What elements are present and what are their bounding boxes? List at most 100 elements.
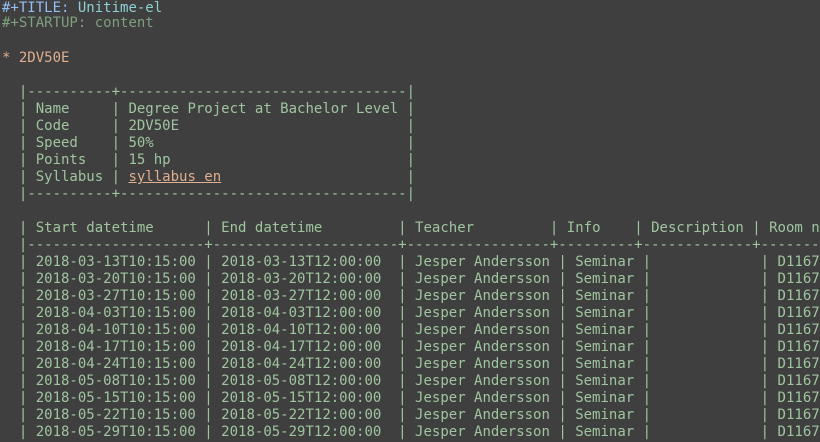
room-name-cell: D1167 (777, 356, 820, 372)
table-row[interactable]: | 2018-04-17T10:15:00 | 2018-04-17T12:00… (2, 339, 820, 356)
info-row: | Points | 15 hp | (2, 152, 416, 168)
info-key: Syllabus (35, 169, 104, 185)
end-datetime-cell: 2018-03-20T12:00:00 (221, 271, 390, 287)
startup-line: #+STARTUP: content (2, 15, 154, 32)
info-cell: Seminar (575, 322, 635, 338)
table-row[interactable]: | 2018-05-15T10:15:00 | 2018-05-15T12:00… (2, 390, 820, 407)
room-name-cell: D1167 (777, 390, 820, 406)
description-cell (660, 305, 753, 321)
teacher-cell: Jesper Andersson (415, 356, 550, 372)
startup-value: content (94, 15, 154, 31)
description-cell (660, 254, 753, 270)
table-row[interactable]: | 2018-04-24T10:15:00 | 2018-04-24T12:00… (2, 356, 820, 373)
info-cell: Seminar (575, 271, 635, 287)
room-name-cell: D1167 (777, 305, 820, 321)
start-datetime-cell: 2018-04-17T10:15:00 (35, 339, 196, 355)
info-value: 2DV50E (128, 118, 399, 134)
room-name-cell: D1167 (777, 373, 820, 389)
startup-keyword: #+STARTUP: (2, 15, 87, 31)
column-header: Description (651, 220, 744, 236)
info-key: Points (35, 152, 104, 168)
info-cell: Seminar (575, 288, 635, 304)
teacher-cell: Jesper Andersson (415, 407, 550, 423)
description-cell (660, 271, 753, 287)
syllabus-link[interactable]: syllabus en (128, 169, 221, 185)
info-key: Code (35, 118, 104, 134)
heading-stars: * (2, 50, 11, 66)
column-header: End datetime (221, 220, 390, 236)
table-row[interactable]: | 2018-05-08T10:15:00 | 2018-05-08T12:00… (2, 373, 820, 390)
table-border-text: |----------+----------------------------… (18, 186, 416, 202)
end-datetime-cell: 2018-04-10T12:00:00 (221, 322, 390, 338)
info-key: Speed (35, 135, 104, 151)
teacher-cell: Jesper Andersson (415, 390, 550, 406)
start-datetime-cell: 2018-05-08T10:15:00 (35, 373, 196, 389)
org-buffer[interactable]: #+TITLE: Unitime-el #+STARTUP: content *… (0, 0, 820, 442)
table-row[interactable]: | 2018-03-13T10:15:00 | 2018-03-13T12:00… (2, 254, 820, 271)
column-header: Start datetime (35, 220, 196, 236)
org-heading[interactable]: * 2DV50E (2, 50, 69, 67)
info-cell: Seminar (575, 356, 635, 372)
end-datetime-cell: 2018-04-03T12:00:00 (221, 305, 390, 321)
room-name-cell: D1167 (777, 407, 820, 423)
info-value: 15 hp (128, 152, 399, 168)
teacher-cell: Jesper Andersson (415, 322, 550, 338)
table-border: |----------+----------------------------… (2, 84, 415, 101)
info-cell: Seminar (575, 390, 635, 406)
column-header: Room name (769, 220, 820, 236)
teacher-cell: Jesper Andersson (415, 271, 550, 287)
table-row[interactable]: | 2018-05-22T10:15:00 | 2018-05-22T12:00… (2, 407, 820, 424)
info-cell: Seminar (575, 407, 635, 423)
room-name-cell: D1167 (777, 424, 820, 440)
end-datetime-cell: 2018-05-22T12:00:00 (221, 407, 390, 423)
start-datetime-cell: 2018-04-24T10:15:00 (35, 356, 196, 372)
start-datetime-cell: 2018-05-29T10:15:00 (35, 424, 196, 440)
description-cell (660, 288, 753, 304)
room-name-cell: D1167 (777, 288, 820, 304)
description-cell (660, 322, 753, 338)
table-separator-text: |---------------------+-----------------… (18, 237, 820, 253)
end-datetime-cell: 2018-05-08T12:00:00 (221, 373, 390, 389)
end-datetime-cell: 2018-04-24T12:00:00 (221, 356, 390, 372)
start-datetime-cell: 2018-04-10T10:15:00 (35, 322, 196, 338)
info-cell: Seminar (575, 373, 635, 389)
teacher-cell: Jesper Andersson (415, 373, 550, 389)
description-cell (660, 339, 753, 355)
table-row[interactable]: | 2018-05-29T10:15:00 | 2018-05-29T12:00… (2, 424, 820, 441)
teacher-cell: Jesper Andersson (415, 288, 550, 304)
schedule-separator: |---------------------+-----------------… (2, 237, 820, 254)
info-value: Degree Project at Bachelor Level (128, 101, 399, 117)
column-header: Teacher (415, 220, 542, 236)
end-datetime-cell: 2018-03-13T12:00:00 (221, 254, 390, 270)
table-border-text: |----------+----------------------------… (18, 84, 416, 100)
info-row: | Code | 2DV50E | (2, 118, 416, 134)
table-row[interactable]: | 2018-04-10T10:15:00 | 2018-04-10T12:00… (2, 322, 820, 339)
start-datetime-cell: 2018-05-15T10:15:00 (35, 390, 196, 406)
description-cell (660, 407, 753, 423)
info-value: 50% (128, 135, 399, 151)
room-name-cell: D1167 (777, 339, 820, 355)
table-row[interactable]: | 2018-04-03T10:15:00 | 2018-04-03T12:00… (2, 305, 820, 322)
info-cell: Seminar (575, 305, 635, 321)
teacher-cell: Jesper Andersson (415, 254, 550, 270)
end-datetime-cell: 2018-05-29T12:00:00 (221, 424, 390, 440)
schedule-header-row: | Start datetime | End datetime | Teache… (2, 220, 820, 237)
teacher-cell: Jesper Andersson (415, 305, 550, 321)
info-cell: Seminar (575, 254, 635, 270)
room-name-cell: D1167 (777, 271, 820, 287)
table-row[interactable]: | 2018-03-27T10:15:00 | 2018-03-27T12:00… (2, 288, 820, 305)
info-row: | Speed | 50% | (2, 135, 416, 151)
column-header: Info (566, 220, 626, 236)
start-datetime-cell: 2018-03-20T10:15:00 (35, 271, 196, 287)
start-datetime-cell: 2018-04-03T10:15:00 (35, 305, 196, 321)
info-cell: Seminar (575, 339, 635, 355)
info-cell: Seminar (575, 424, 635, 440)
table-row[interactable]: | 2018-03-20T10:15:00 | 2018-03-20T12:00… (2, 271, 820, 288)
end-datetime-cell: 2018-03-27T12:00:00 (221, 288, 390, 304)
description-cell (660, 356, 753, 372)
description-cell (660, 373, 753, 389)
heading-text: 2DV50E (18, 50, 70, 66)
start-datetime-cell: 2018-03-13T10:15:00 (35, 254, 196, 270)
teacher-cell: Jesper Andersson (415, 424, 550, 440)
table-border: |----------+----------------------------… (2, 186, 415, 203)
